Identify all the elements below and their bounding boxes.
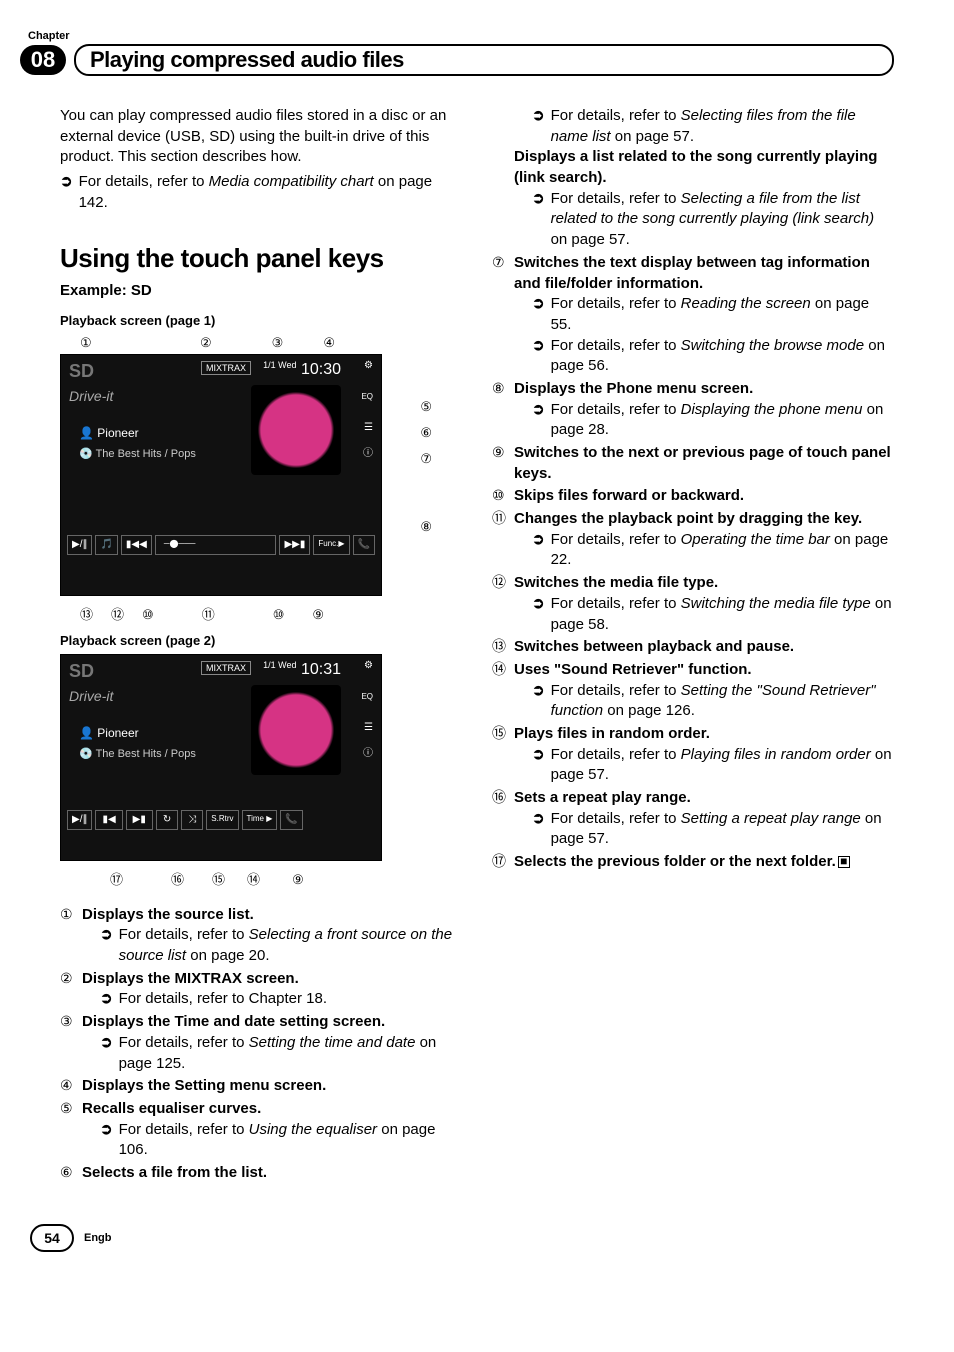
item-1: ① Displays the source list. ➲ For detail… <box>60 905 462 967</box>
arrow-icon: ➲ <box>60 172 73 213</box>
arrow-icon: ➲ <box>532 594 545 635</box>
arrow-icon: ➲ <box>100 989 113 1010</box>
info-icon: ⓘ <box>363 447 373 461</box>
func-button: Func.▶ <box>313 535 349 555</box>
ss-clock: 1/1 Wed 10:30 <box>263 359 341 381</box>
ss-album: Drive-it <box>69 387 113 406</box>
shuffle-icon: ⤨ <box>181 810 203 830</box>
screenshot2-caption: Playback screen (page 2) <box>60 632 462 650</box>
ss-playback-bar-2: ▶/∥ ▮◀ ▶▮ ↻ ⤨ S.Rtrv Time ▶ 📞 <box>67 810 375 830</box>
arrow-icon: ➲ <box>532 336 545 377</box>
callouts-bottom-1: ⑬ ⑫ ⑩ ⑪ ⑩ ⑨ <box>80 606 462 624</box>
item-9: ⑨ Switches to the next or previous page … <box>492 443 894 484</box>
item-15: ⑮ Plays files in random order. ➲ For det… <box>492 724 894 786</box>
chapter-label: Chapter <box>28 30 894 42</box>
arrow-icon: ➲ <box>100 1120 113 1161</box>
next-track-icon: ▶▶▮ <box>279 535 310 555</box>
chapter-title: Playing compressed audio files <box>90 47 404 73</box>
language-code: Engb <box>84 1232 112 1244</box>
arrow-icon: ➲ <box>532 809 545 850</box>
arrow-icon: ➲ <box>100 1033 113 1074</box>
item-7: ⑦ Switches the text display between tag … <box>492 253 894 377</box>
item-12: ⑫ Switches the media file type. ➲ For de… <box>492 573 894 635</box>
list-icon: ☰ <box>364 721 373 735</box>
arrow-icon: ➲ <box>100 925 113 966</box>
intro-text: You can play compressed audio files stor… <box>60 106 462 168</box>
ss-playback-bar: ▶/∥ 🎵 ▮◀◀ ─⬤─── ▶▶▮ Func.▶ 📞 <box>67 535 375 555</box>
phone-icon: 📞 <box>353 535 375 555</box>
section-heading: Using the touch panel keys <box>60 241 462 277</box>
repeat-icon: ↻ <box>156 810 178 830</box>
item-2: ② Displays the MIXTRAX screen. ➲ For det… <box>60 969 462 1010</box>
item-10: ⑩ Skips files forward or backward. <box>492 486 894 507</box>
phone-icon: 📞 <box>280 810 302 830</box>
arrow-icon: ➲ <box>532 400 545 441</box>
ss-track: 💿 The Best Hits / Pops <box>79 447 196 462</box>
callouts-bottom-2: ⑰ ⑯ ⑮ ⑭ ⑨ <box>80 871 462 889</box>
playback-screenshot-1: SD MIXTRAX 1/1 Wed 10:30 ⚙ Drive-it EQ 👤… <box>60 354 382 596</box>
item-4: ④ Displays the Setting menu screen. <box>60 1076 462 1097</box>
arrow-icon: ➲ <box>532 745 545 786</box>
gear-icon: ⚙ <box>364 659 373 673</box>
play-pause-icon: ▶/∥ <box>67 810 92 830</box>
ss-mixtrax-button: MIXTRAX <box>201 661 251 675</box>
ss-eq-button: EQ <box>361 691 373 702</box>
link-search-title: Displays a list related to the song curr… <box>514 147 894 188</box>
arrow-icon: ➲ <box>532 189 545 251</box>
item-16: ⑯ Sets a repeat play range. ➲ For detail… <box>492 788 894 850</box>
ss-source-badge: SD <box>69 359 94 384</box>
arrow-icon: ➲ <box>532 106 545 147</box>
chapter-header: Chapter 08 Playing compressed audio file… <box>60 30 894 76</box>
item-14: ⑭ Uses "Sound Retriever" function. ➲ For… <box>492 660 894 722</box>
media-type-icon: 🎵 <box>95 535 117 555</box>
intro-ref: For details, refer to Media compatibilit… <box>79 172 462 213</box>
arrow-icon: ➲ <box>532 294 545 335</box>
folder-next-icon: ▶▮ <box>126 810 153 830</box>
list-icon: ☰ <box>364 421 373 435</box>
section-subheading: Example: SD <box>60 281 462 302</box>
item-17: ⑰ Selects the previous folder or the nex… <box>492 852 894 873</box>
time-bar: ─⬤─── <box>155 535 277 555</box>
ss-artist: 👤 Pioneer <box>79 725 139 742</box>
item-11: ⑪ Changes the playback point by dragging… <box>492 509 894 571</box>
gear-icon: ⚙ <box>364 359 373 373</box>
arrow-icon: ➲ <box>532 530 545 571</box>
info-icon: ⓘ <box>363 747 373 761</box>
chapter-title-box: Playing compressed audio files <box>74 44 894 76</box>
screenshot1-caption: Playback screen (page 1) <box>60 312 462 330</box>
callouts-top-1: ① ② ③ ④ <box>80 334 462 352</box>
right-column: ➲ For details, refer to Selecting files … <box>492 106 894 1184</box>
ss-track: 💿 The Best Hits / Pops <box>79 747 196 762</box>
item-3: ③ Displays the Time and date setting scr… <box>60 1012 462 1074</box>
ss-album-art <box>251 685 341 775</box>
left-column: You can play compressed audio files stor… <box>60 106 462 1184</box>
section-end-icon: ■ <box>838 856 850 868</box>
ss-mixtrax-button: MIXTRAX <box>201 361 251 375</box>
ss-eq-button: EQ <box>361 391 373 402</box>
item-8: ⑧ Displays the Phone menu screen. ➲ For … <box>492 379 894 441</box>
folder-prev-icon: ▮◀ <box>95 810 122 830</box>
prev-track-icon: ▮◀◀ <box>121 535 152 555</box>
page-number: 54 <box>30 1224 74 1252</box>
item-13: ⑬ Switches between playback and pause. <box>492 637 894 658</box>
ss-artist: 👤 Pioneer <box>79 425 139 442</box>
time-button: Time ▶ <box>242 810 278 830</box>
item-6: ⑥ Selects a file from the list. <box>60 1163 462 1184</box>
ss-source-badge: SD <box>69 659 94 684</box>
ss-album-art <box>251 385 341 475</box>
item-5: ⑤ Recalls equaliser curves. ➲ For detail… <box>60 1099 462 1161</box>
play-pause-icon: ▶/∥ <box>67 535 92 555</box>
ss-clock: 1/1 Wed 10:31 <box>263 659 341 681</box>
chapter-number: 08 <box>20 45 66 75</box>
sretriever-button: S.Rtrv <box>206 810 238 830</box>
playback-screenshot-2: SD MIXTRAX 1/1 Wed 10:31 ⚙ Drive-it EQ 👤… <box>60 654 382 861</box>
arrow-icon: ➲ <box>532 681 545 722</box>
ss-album: Drive-it <box>69 687 113 706</box>
page-footer: 54 Engb <box>30 1224 894 1252</box>
